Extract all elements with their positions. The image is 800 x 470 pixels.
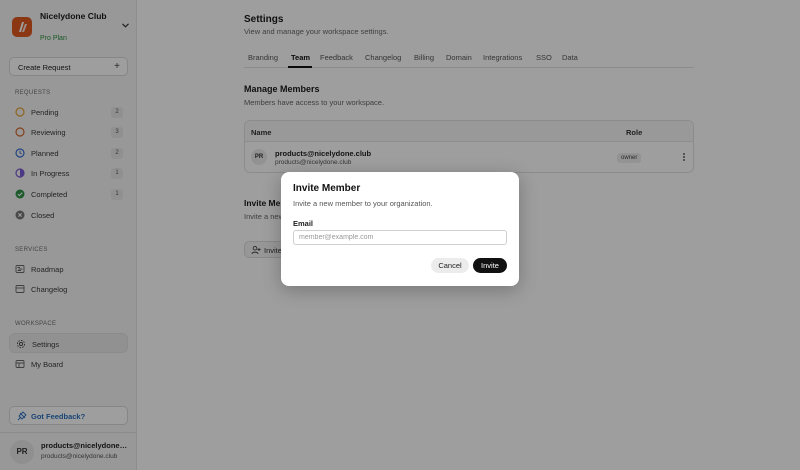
invite-button[interactable]: Invite <box>473 258 507 273</box>
dialog-subtitle: Invite a new member to your organization… <box>293 199 433 208</box>
cancel-button[interactable]: Cancel <box>431 258 469 273</box>
invite-member-dialog: Invite Member Invite a new member to you… <box>281 172 519 286</box>
email-label: Email <box>293 219 314 228</box>
email-field[interactable] <box>293 230 507 245</box>
dialog-title: Invite Member <box>293 183 361 194</box>
app: Nicelydone Club Pro Plan Create Request … <box>0 0 800 470</box>
